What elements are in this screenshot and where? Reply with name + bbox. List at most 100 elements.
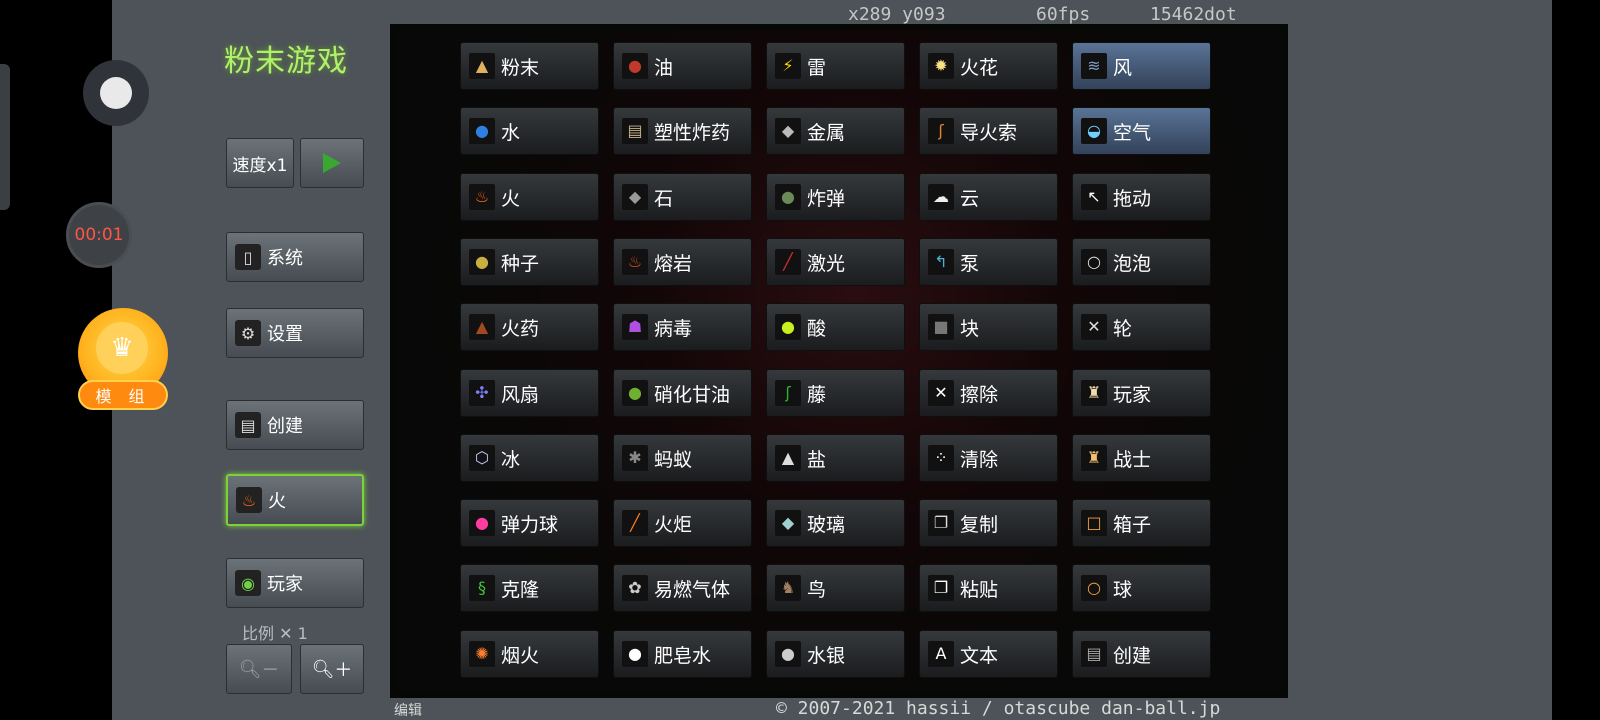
- cloud-icon: ☁: [928, 184, 954, 210]
- edge-handle[interactable]: [0, 64, 10, 210]
- element-button[interactable]: ◆ 石: [613, 173, 752, 221]
- element-button[interactable]: ◒ 空气: [1072, 107, 1211, 155]
- element-label: 鸟: [807, 578, 827, 601]
- element-button[interactable]: ↰ 泵: [919, 238, 1058, 286]
- vine-icon: ʃ: [775, 380, 801, 406]
- element-button[interactable]: ▲ 粉末: [460, 42, 599, 90]
- element-label: 战士: [1113, 448, 1152, 471]
- fps-counter: 60fps: [1036, 4, 1091, 25]
- element-button[interactable]: ↖ 拖动: [1072, 173, 1211, 221]
- element-button[interactable]: ✱ 蚂蚁: [613, 434, 752, 482]
- speed-button[interactable]: 速度x1: [226, 138, 294, 188]
- fire-icon: ♨: [469, 184, 495, 210]
- settings-button[interactable]: ⚙ 设置: [226, 308, 364, 358]
- element-button[interactable]: ☁ 云: [919, 173, 1058, 221]
- element-button[interactable]: A 文本: [919, 630, 1058, 678]
- element-button[interactable]: ● 弹力球: [460, 499, 599, 547]
- element-button[interactable]: ✕ 轮: [1072, 303, 1211, 351]
- element-label: 蚂蚁: [654, 448, 693, 471]
- system-button[interactable]: ▯ 系统: [226, 232, 364, 282]
- air-icon: ◒: [1081, 118, 1107, 144]
- element-button[interactable]: ▤ 创建: [1072, 630, 1211, 678]
- c4-icon: ▤: [622, 118, 648, 144]
- spark-icon: ✹: [928, 53, 954, 79]
- element-button[interactable]: ♨ 熔岩: [613, 238, 752, 286]
- element-button[interactable]: ● 硝化甘油: [613, 369, 752, 417]
- element-button[interactable]: ● 种子: [460, 238, 599, 286]
- glass-icon: ◆: [775, 510, 801, 536]
- element-button[interactable]: ✺ 烟火: [460, 630, 599, 678]
- element-button[interactable]: ■ 块: [919, 303, 1058, 351]
- element-button[interactable]: ♜ 战士: [1072, 434, 1211, 482]
- element-button[interactable]: ○ 球: [1072, 564, 1211, 612]
- current-element-button[interactable]: ♨ 火: [226, 474, 364, 526]
- element-button[interactable]: ● 炸弹: [766, 173, 905, 221]
- element-button[interactable]: ✹ 火花: [919, 42, 1058, 90]
- record-timer[interactable]: 00:01: [66, 202, 132, 268]
- element-button[interactable]: ✕ 擦除: [919, 369, 1058, 417]
- firework-icon: ✺: [469, 641, 495, 667]
- ant-icon: ✱: [622, 445, 648, 471]
- zoom-out-button[interactable]: 🔍︎ －: [226, 644, 292, 694]
- element-button[interactable]: ❐ 粘贴: [919, 564, 1058, 612]
- element-button[interactable]: ● 酸: [766, 303, 905, 351]
- cursor-coords: x289 y093: [848, 4, 946, 25]
- clear-icon: ⁘: [928, 445, 954, 471]
- zoom-in-button[interactable]: 🔍︎ ＋: [300, 644, 364, 694]
- element-button[interactable]: § 克隆: [460, 564, 599, 612]
- element-label: 藤: [807, 383, 827, 406]
- element-label: 火花: [960, 56, 999, 79]
- element-button[interactable]: ʃ藤: [766, 369, 905, 417]
- element-label: 冰: [501, 448, 521, 471]
- element-button[interactable]: ▤ 塑性炸药: [613, 107, 752, 155]
- nitro-icon: ●: [622, 380, 648, 406]
- element-label: 清除: [960, 448, 999, 471]
- box-icon: □: [1081, 510, 1107, 536]
- scale-label: 比例 ✕ 1: [242, 624, 308, 643]
- element-button[interactable]: ╱ 火炬: [613, 499, 752, 547]
- powder-icon: ▲: [469, 53, 495, 79]
- settings-label: 设置: [267, 324, 303, 345]
- element-button[interactable]: ● 油: [613, 42, 752, 90]
- element-button[interactable]: ⚡ 雷: [766, 42, 905, 90]
- element-button[interactable]: ✿ 易燃气体: [613, 564, 752, 612]
- wheel-icon: ✕: [1081, 314, 1107, 340]
- salt-icon: ▲: [775, 445, 801, 471]
- element-button[interactable]: ♜ 玩家: [1072, 369, 1211, 417]
- bird-icon: ♞: [775, 575, 801, 601]
- element-button[interactable]: ⬡ 冰: [460, 434, 599, 482]
- element-button[interactable]: ☗ 病毒: [613, 303, 752, 351]
- pump-icon: ↰: [928, 249, 954, 275]
- element-button[interactable]: ✣ 风扇: [460, 369, 599, 417]
- element-button[interactable]: ● 水银: [766, 630, 905, 678]
- magma-icon: ♨: [622, 249, 648, 275]
- zoom-out-label: －: [261, 660, 280, 681]
- create-button[interactable]: ▤ 创建: [226, 400, 364, 450]
- element-button[interactable]: ▲ 火药: [460, 303, 599, 351]
- ball-outline-icon: ○: [1081, 575, 1107, 601]
- element-button[interactable]: □ 箱子: [1072, 499, 1211, 547]
- element-button[interactable]: ○ 泡泡: [1072, 238, 1211, 286]
- play-button[interactable]: [300, 138, 364, 188]
- element-button[interactable]: ▲ 盐: [766, 434, 905, 482]
- element-button[interactable]: ≋ 风: [1072, 42, 1211, 90]
- player-button[interactable]: ◉ 玩家: [226, 558, 364, 608]
- mod-badge[interactable]: 模 组: [78, 380, 168, 410]
- element-button[interactable]: ◆ 玻璃: [766, 499, 905, 547]
- tablet-icon: ▯: [235, 244, 261, 270]
- player-icon: ♜: [1081, 380, 1107, 406]
- element-button[interactable]: ⁘ 清除: [919, 434, 1058, 482]
- torch-icon: ╱: [622, 510, 648, 536]
- element-button[interactable]: ◆ 金属: [766, 107, 905, 155]
- factory-icon: ▤: [235, 412, 261, 438]
- element-button[interactable]: ♨ 火: [460, 173, 599, 221]
- element-button[interactable]: ● 水: [460, 107, 599, 155]
- element-label: 粉末: [501, 56, 540, 79]
- element-button[interactable]: ♞ 鸟: [766, 564, 905, 612]
- element-button[interactable]: ● 肥皂水: [613, 630, 752, 678]
- dot-icon: ◉: [235, 570, 261, 596]
- element-button[interactable]: ╱ 激光: [766, 238, 905, 286]
- gear-icon: ⚙: [235, 320, 261, 346]
- element-button[interactable]: ❐ 复制: [919, 499, 1058, 547]
- element-button[interactable]: ʃ 导火索: [919, 107, 1058, 155]
